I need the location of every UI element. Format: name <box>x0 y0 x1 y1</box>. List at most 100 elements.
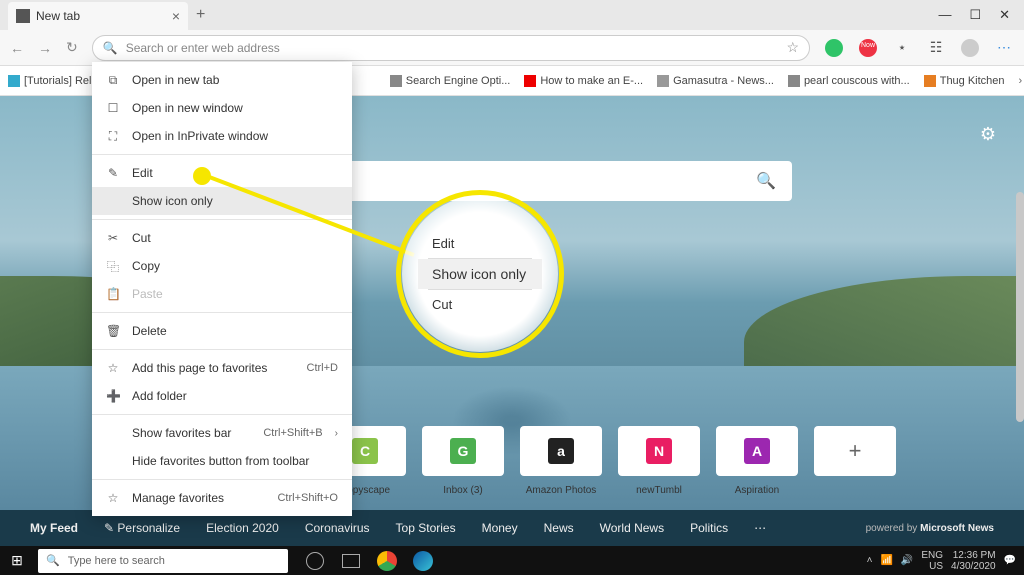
page-settings-button[interactable]: ⚙ <box>980 124 996 145</box>
bookmark-item[interactable]: Gamasutra - News... <box>657 75 774 87</box>
language-indicator[interactable]: ENG US <box>921 550 943 572</box>
menu-item-open-in-inprivate-window[interactable]: ⛶Open in InPrivate window <box>92 122 352 150</box>
menu-item-copy[interactable]: ⿻Copy <box>92 252 352 280</box>
menu-item-open-in-new-window[interactable]: ☐Open in new window <box>92 94 352 122</box>
tile-icon: C <box>352 438 378 464</box>
edge-icon[interactable] <box>408 546 438 575</box>
bookmark-item[interactable]: pearl couscous with... <box>788 75 910 87</box>
feed-nav-item[interactable]: Coronavirus <box>305 521 370 535</box>
menu-item-show-favorites-bar[interactable]: Show favorites barCtrl+Shift+B› <box>92 419 352 447</box>
extension-1-icon[interactable] <box>824 38 844 58</box>
menu-item-label: Open in new tab <box>132 73 338 87</box>
notifications-icon[interactable]: 💬 <box>1004 555 1016 566</box>
menu-item-icon: ✂ <box>106 231 120 245</box>
forward-button[interactable]: → <box>38 40 52 56</box>
bookmarks-overflow-button[interactable]: › <box>1019 75 1023 87</box>
volume-icon[interactable]: 🔊 <box>901 555 913 566</box>
menu-item-icon: ⿻ <box>106 258 120 275</box>
menu-item-icon: ☆ <box>106 361 120 375</box>
menu-item-icon: ☆ <box>106 491 120 505</box>
chrome-icon[interactable] <box>372 546 402 575</box>
menu-item-label: Cut <box>132 231 338 245</box>
clock[interactable]: 12:36 PM 4/30/2020 <box>951 550 996 572</box>
feed-nav-item[interactable]: Top Stories <box>396 521 456 535</box>
menu-item-add-folder[interactable]: ➕ Add folder <box>92 382 352 410</box>
quick-link-tile[interactable]: a <box>520 426 602 476</box>
feed-nav-item[interactable]: Money <box>482 521 518 535</box>
menu-item-delete[interactable]: 🗑Delete <box>92 317 352 345</box>
menu-item-label: Add folder <box>132 389 338 403</box>
quick-link-tile[interactable]: G <box>422 426 504 476</box>
menu-item-show-icon-only[interactable]: Show icon only <box>92 187 352 215</box>
profile-button[interactable] <box>960 38 980 58</box>
menu-item-manage-favorites[interactable]: ☆ Manage favorites Ctrl+Shift+O <box>92 484 352 512</box>
quick-link-tile[interactable]: A <box>716 426 798 476</box>
bookmark-favicon-icon <box>524 75 536 87</box>
menu-item-cut[interactable]: ✂ Cut <box>92 224 352 252</box>
feed-nav-item[interactable]: My Feed <box>30 521 78 535</box>
feed-more-button[interactable]: ⋯ <box>754 521 766 535</box>
feed-nav-item[interactable]: News <box>544 521 574 535</box>
menu-item-label: Hide favorites button from toolbar <box>132 454 338 468</box>
menu-item-paste: 📋Paste <box>92 280 352 308</box>
annotation-dot <box>193 167 211 185</box>
menu-item-edit[interactable]: ✎Edit <box>92 159 352 187</box>
menu-shortcut: Ctrl+Shift+O <box>277 492 338 504</box>
bookmark-item[interactable]: How to make an E-... <box>524 75 643 87</box>
menu-item-label: Manage favorites <box>132 491 265 505</box>
menu-separator <box>92 479 352 480</box>
scrollbar[interactable] <box>1016 192 1024 422</box>
tile-icon: G <box>450 438 476 464</box>
new-tab-button[interactable]: + <box>196 6 205 24</box>
back-button[interactable]: ← <box>10 40 24 56</box>
menu-item-hide-favorites-button-from-toolbar[interactable]: Hide favorites button from toolbar <box>92 447 352 475</box>
extension-2-icon[interactable] <box>858 38 878 58</box>
windows-taskbar: ⊞ 🔍 Type here to search ˄ 📶 🔊 ENG US 12:… <box>0 546 1024 575</box>
menu-item-icon: 🗑 <box>106 324 120 338</box>
minimize-button[interactable]: — <box>938 7 951 23</box>
address-bar[interactable]: 🔍 Search or enter web address ☆ <box>92 35 810 61</box>
bookmark-item[interactable]: Thug Kitchen <box>924 75 1005 87</box>
favorite-star-icon[interactable]: ☆ <box>786 39 799 56</box>
feed-nav-item[interactable]: Politics <box>690 521 728 535</box>
menu-item-icon: ⧉ <box>106 73 120 88</box>
maximize-button[interactable]: ☐ <box>969 7 981 23</box>
window-titlebar: New tab × + — ☐ ✕ <box>0 0 1024 30</box>
more-button[interactable]: ⋯ <box>994 38 1014 58</box>
start-button[interactable]: ⊞ <box>0 546 34 575</box>
favorites-button[interactable]: ⋆ <box>892 38 912 58</box>
menu-separator <box>92 312 352 313</box>
feed-nav-item[interactable]: Election 2020 <box>206 521 279 535</box>
add-tile-button[interactable]: + <box>814 426 896 476</box>
menu-item-open-in-new-tab[interactable]: ⧉ Open in new tab <box>92 66 352 94</box>
refresh-button[interactable]: ↻ <box>66 39 78 56</box>
tray-overflow-icon[interactable]: ˄ <box>867 555 873 566</box>
feed-nav-item[interactable]: ✎ Personalize <box>104 521 180 535</box>
taskbar-apps <box>300 546 438 575</box>
browser-tab[interactable]: New tab × <box>8 2 188 30</box>
powered-by-label: powered by Microsoft News <box>866 523 994 534</box>
collections-button[interactable]: ☷ <box>926 38 946 58</box>
search-icon: 🔍 <box>756 171 776 191</box>
bookmark-favicon-icon <box>8 75 20 87</box>
tab-close-button[interactable]: × <box>172 8 180 24</box>
plus-icon: + <box>849 438 862 464</box>
menu-shortcut: Ctrl+Shift+B <box>263 427 322 439</box>
taskbar-search[interactable]: 🔍 Type here to search <box>38 549 288 573</box>
menu-item-label: Show icon only <box>132 194 338 208</box>
menu-item-icon: ➕ <box>106 389 120 403</box>
bookmark-item[interactable]: Search Engine Opti... <box>390 75 511 87</box>
browser-toolbar: ← → ↻ 🔍 Search or enter web address ☆ ⋆ … <box>0 30 1024 66</box>
tab-favicon-icon <box>16 9 30 23</box>
menu-item-icon: 📋 <box>106 287 120 301</box>
tab-title: New tab <box>36 9 80 23</box>
close-window-button[interactable]: ✕ <box>999 7 1010 23</box>
tile-label: newTumbl <box>618 485 700 496</box>
cortana-icon[interactable] <box>300 546 330 575</box>
quick-link-tile[interactable]: N <box>618 426 700 476</box>
wifi-icon[interactable]: 📶 <box>880 555 892 566</box>
task-view-icon[interactable] <box>336 546 366 575</box>
menu-item-add-this-page-to-favorites[interactable]: ☆Add this page to favoritesCtrl+D <box>92 354 352 382</box>
feed-nav-item[interactable]: World News <box>600 521 664 535</box>
menu-item-label: Open in InPrivate window <box>132 129 338 143</box>
